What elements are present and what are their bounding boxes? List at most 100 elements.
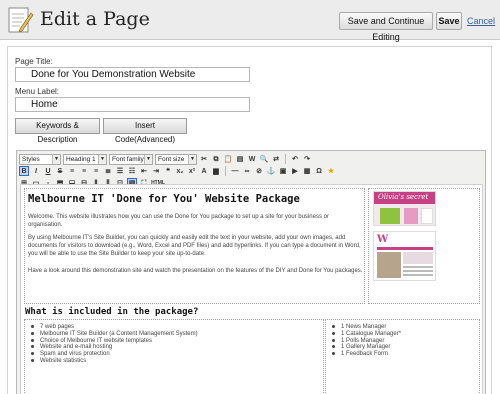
editor-content[interactable]: Melbourne IT 'Done for You' Website Pack… (20, 184, 483, 394)
numbered-list-icon[interactable]: ☷ (127, 166, 137, 176)
edit-form: Page Title: Done for You Demonstration W… (7, 46, 492, 394)
page-title: Edit a Page (40, 8, 150, 30)
content-paragraph: By using Melbourne IT's Site Builder, yo… (28, 235, 361, 257)
insert-star-icon[interactable]: ★ (326, 166, 336, 176)
list-item-text: 7 web pages (40, 324, 75, 330)
font-family-select-label: Font family (112, 155, 144, 163)
list-item-text: Choice of Melbourne IT website templates (40, 337, 152, 344)
list-item: Spam and virus protection (31, 351, 198, 358)
paste-icon[interactable]: 📋 (223, 154, 233, 164)
toolbar-divider (225, 166, 226, 176)
list-item-text: Spam and virus protection (40, 351, 110, 358)
thumbnail-photo (377, 252, 401, 278)
bullet-icon (332, 338, 335, 342)
undo-icon[interactable]: ↶ (290, 154, 300, 164)
align-justify-icon[interactable]: ≣ (103, 166, 113, 176)
chevron-down-icon: ▼ (52, 154, 60, 164)
bullet-icon (31, 345, 34, 349)
list-item-text: 1 Feedback Form (341, 351, 389, 358)
indent-icon[interactable]: ⇥ (151, 166, 161, 176)
replace-icon[interactable]: ⇄ (271, 154, 281, 164)
package-managers-list: 1 News Manager 1 Catalogue Manager* 1 Poll… (325, 319, 480, 394)
unlink-icon[interactable]: ⊘ (254, 166, 264, 176)
font-size-select[interactable]: Font size ▼ (155, 153, 197, 165)
bullet-list-icon[interactable]: ☰ (115, 166, 125, 176)
editor-toolbar-row-2: B I U S ≡ ≡ ≡ ≣ ☰ ☷ ⇤ ⇥ ❝ x₂ x² A ▆ — ∞ … (19, 165, 336, 177)
menu-label-input[interactable]: Home (15, 97, 250, 112)
list-item-text: Melbourne IT Site Builder (a Content Man… (40, 330, 198, 337)
background-color-icon[interactable]: ▆ (211, 166, 221, 176)
bullet-icon (332, 331, 335, 335)
list-item-text: 1 News Manager (341, 324, 387, 330)
thumbnail-block (421, 208, 433, 224)
bullet-icon (31, 352, 34, 356)
subscript-icon[interactable]: x₂ (175, 166, 185, 176)
paste-word-icon[interactable]: W (247, 154, 257, 164)
chevron-down-icon: ▼ (98, 154, 106, 164)
list-item-text: Website statistics (40, 357, 87, 364)
blockquote-icon[interactable]: ❝ (163, 166, 173, 176)
outdent-icon[interactable]: ⇤ (139, 166, 149, 176)
save-button[interactable]: Save (436, 12, 462, 30)
page-header: Edit a Page Save and Continue Editing Sa… (0, 0, 500, 42)
keywords-description-button[interactable]: Keywords & Description (15, 118, 100, 144)
template-thumbnail-image[interactable]: Olivia's secret (373, 191, 436, 226)
image-icon[interactable]: ▣ (278, 166, 288, 176)
bullet-icon (332, 324, 335, 328)
website-screenshot-image[interactable]: W (373, 231, 436, 281)
anchor-icon[interactable]: ⚓ (266, 166, 276, 176)
list-item: 1 News Manager (332, 324, 401, 331)
content-paragraph: Welcome. This website illustrates how yo… (28, 214, 329, 228)
chevron-down-icon: ▼ (188, 154, 196, 164)
special-char-icon[interactable]: Ω (314, 166, 324, 176)
underline-icon[interactable]: U (43, 166, 53, 176)
list-item-text: 1 Polls Manager (341, 337, 385, 344)
font-family-select[interactable]: Font family ▼ (109, 153, 153, 165)
styles-select[interactable]: Styles ▼ (19, 153, 61, 165)
list-item: 1 Gallery Manager (332, 344, 401, 351)
toolbar-divider (285, 154, 286, 164)
font-size-select-label: Font size (158, 155, 185, 163)
superscript-icon[interactable]: x² (187, 166, 197, 176)
cut-icon[interactable]: ✂ (199, 154, 209, 164)
list-item-text: 1 Catalogue Manager* (341, 330, 402, 337)
thumbnail-text-lines (403, 266, 433, 268)
list-item: Website and e-mail hosting (31, 344, 198, 351)
bullet-icon (332, 345, 335, 349)
paste-text-icon[interactable]: ▤ (235, 154, 245, 164)
sidebar-images: Olivia's secret W (368, 188, 480, 304)
horizontal-rule-icon[interactable]: — (230, 166, 240, 176)
thumbnail-banner (403, 252, 433, 264)
bullet-icon (332, 352, 335, 356)
page-title-label: Page Title: (15, 57, 53, 66)
chevron-down-icon: ▼ (144, 154, 152, 164)
media-icon[interactable]: ▶ (290, 166, 300, 176)
thumbnail-nav (377, 247, 433, 250)
insert-code-button[interactable]: Insert Code(Advanced) (103, 118, 187, 144)
rich-text-editor: Styles ▼ Heading 1 ▼ Font family ▼ Font siz… (16, 150, 486, 394)
styles-select-label: Styles (22, 155, 40, 163)
page-title-input[interactable]: Done for You Demonstration Website (15, 67, 250, 82)
strikethrough-icon[interactable]: S (55, 166, 65, 176)
cancel-link[interactable]: Cancel (467, 16, 495, 26)
align-right-icon[interactable]: ≡ (91, 166, 101, 176)
align-center-icon[interactable]: ≡ (79, 166, 89, 176)
save-and-continue-button[interactable]: Save and Continue Editing (339, 12, 433, 42)
text-color-icon[interactable]: A (199, 166, 209, 176)
package-features-list: 7 web pages Melbourne IT Site Builder (a … (24, 319, 324, 394)
heading-select[interactable]: Heading 1 ▼ (63, 153, 107, 165)
bold-icon[interactable]: B (19, 166, 29, 176)
link-icon[interactable]: ∞ (242, 166, 252, 176)
align-left-icon[interactable]: ≡ (67, 166, 77, 176)
list-item: 1 Feedback Form (332, 351, 401, 358)
find-icon[interactable]: 🔍 (259, 154, 269, 164)
bullet-icon (31, 338, 34, 342)
document-icon[interactable]: ▦ (302, 166, 312, 176)
copy-icon[interactable]: ⧉ (211, 154, 221, 164)
italic-icon[interactable]: I (31, 166, 41, 176)
bullet-icon (31, 331, 34, 335)
content-heading: Melbourne IT 'Done for You' Website Pack… (28, 193, 300, 205)
list-item: 1 Catalogue Manager* (332, 331, 401, 338)
redo-icon[interactable]: ↷ (302, 154, 312, 164)
thumbnail-brand-text: Olivia's secret (378, 193, 429, 201)
